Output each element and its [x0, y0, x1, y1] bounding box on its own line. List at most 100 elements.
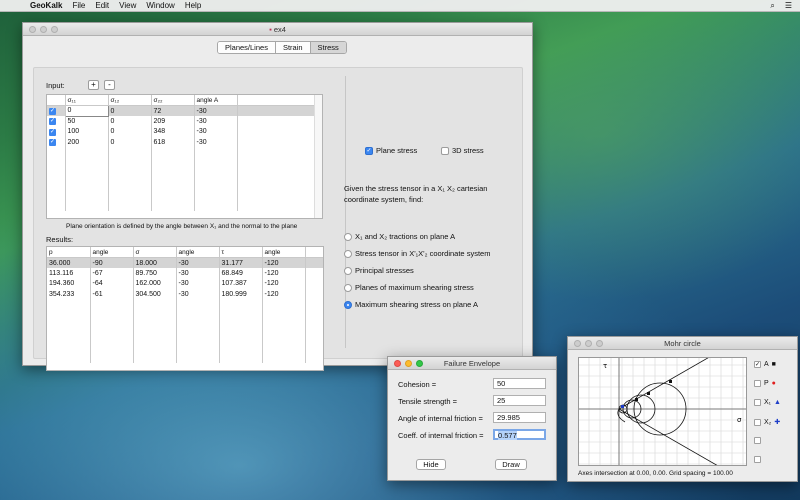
plane-stress-option[interactable]: ✓ Plane stress	[365, 146, 417, 155]
draw-button[interactable]: Draw	[495, 459, 527, 470]
menu-app-name[interactable]: GeoKalk	[30, 1, 62, 10]
add-row-button[interactable]: +	[88, 80, 99, 90]
cell-s12[interactable]: 0	[108, 137, 152, 148]
task-option-radio[interactable]	[344, 266, 352, 275]
cell-s12[interactable]: 0	[108, 126, 152, 137]
hide-button[interactable]: Hide	[416, 459, 446, 470]
minimize-button[interactable]	[405, 360, 412, 367]
cell-s22[interactable]: 348	[151, 126, 195, 137]
legend-checkbox[interactable]	[754, 380, 761, 387]
row-enable-checkbox[interactable]: ✓	[47, 126, 66, 137]
cell-s11[interactable]: 100	[65, 126, 109, 137]
3d-stress-option[interactable]: 3D stress	[441, 146, 484, 155]
cell-s12[interactable]: 0	[108, 105, 152, 116]
input-col-s11[interactable]: σ₁₁	[65, 95, 109, 106]
notification-center-icon[interactable]: ☰	[785, 1, 792, 11]
empty-row[interactable]	[47, 168, 315, 179]
menu-file[interactable]: File	[72, 1, 85, 10]
failure-field-input[interactable]: 25	[493, 395, 546, 406]
legend-checkbox[interactable]	[754, 418, 761, 426]
row-enable-checkbox[interactable]: ✓	[47, 137, 66, 148]
legend-checkbox[interactable]	[754, 437, 761, 444]
cell-s11[interactable]: 200	[65, 137, 109, 148]
cell-angle[interactable]: -30	[194, 137, 238, 148]
results-col-sigma[interactable]: σ	[133, 247, 177, 258]
empty-row[interactable]	[47, 310, 323, 321]
legend-checkbox[interactable]: ✓	[754, 361, 761, 368]
close-button[interactable]	[574, 340, 581, 347]
input-table-row[interactable]: ✓ 0 0 72 -30	[47, 105, 315, 117]
tab-stress[interactable]: Stress	[310, 42, 346, 53]
cell-s12[interactable]: 0	[108, 116, 152, 127]
3d-stress-checkbox[interactable]	[441, 146, 449, 155]
results-table-row[interactable]: 354.233 -61 304.500 -30 180.999 -120	[47, 289, 323, 300]
task-option[interactable]: Planes of maximum shearing stress	[344, 283, 474, 292]
close-button[interactable]	[394, 360, 401, 367]
results-table-row[interactable]: 194.360 -64 162.000 -30 107.387 -120	[47, 278, 323, 289]
input-table-row[interactable]: ✓ 200 0 618 -30	[47, 137, 315, 148]
legend-item[interactable]: X₁ ▲	[754, 399, 781, 406]
input-table[interactable]: σ₁₁ σ₁₂ σ₂₂ angle A ✓ 0 0 72 -30 ✓ 50 0 209 -30 ✓ 1…	[46, 94, 323, 219]
input-table-scrollbar[interactable]	[314, 95, 322, 218]
failure-field-input[interactable]: 29.985	[493, 412, 546, 423]
task-option-radio[interactable]	[344, 232, 352, 241]
row-enable-checkbox[interactable]: ✓	[47, 105, 66, 116]
mohr-circle-titlebar[interactable]: Mohr circle	[568, 337, 797, 350]
input-table-row[interactable]: ✓ 50 0 209 -30	[47, 116, 315, 127]
results-col-angle-sigma[interactable]: angle	[176, 247, 220, 258]
empty-row[interactable]	[47, 341, 323, 352]
empty-row[interactable]	[47, 147, 315, 158]
cell-angle[interactable]: -30	[194, 126, 238, 137]
minimize-button[interactable]	[40, 26, 47, 33]
results-table[interactable]: p angle σ angle τ angle 36.000 -90 18.000-…	[46, 246, 324, 371]
cell-s11[interactable]: 50	[65, 116, 109, 127]
cell-s22[interactable]: 618	[151, 137, 195, 148]
legend-checkbox[interactable]	[754, 456, 761, 463]
empty-row[interactable]	[47, 189, 315, 200]
results-col-p[interactable]: p	[47, 247, 91, 258]
input-table-row[interactable]: ✓ 100 0 348 -30	[47, 126, 315, 137]
main-window-titlebar[interactable]: ▪ ex4	[23, 23, 532, 36]
empty-row[interactable]	[47, 158, 315, 169]
task-option-radio[interactable]	[344, 283, 352, 292]
input-col-s12[interactable]: σ₁₂	[108, 95, 152, 106]
tab-planes-lines[interactable]: Planes/Lines	[218, 42, 276, 53]
empty-row[interactable]	[47, 299, 323, 310]
row-enable-checkbox[interactable]: ✓	[47, 116, 66, 127]
input-col-angle[interactable]: angle A	[194, 95, 238, 106]
legend-checkbox[interactable]	[754, 399, 761, 406]
legend-item[interactable]: X₂ ✚	[754, 418, 780, 426]
task-option[interactable]: X₁ and X₂ tractions on plane A	[344, 232, 455, 241]
minimize-button[interactable]	[585, 340, 592, 347]
empty-row[interactable]	[47, 331, 323, 342]
legend-item[interactable]	[754, 437, 767, 444]
failure-field-input[interactable]: 0.577	[493, 429, 546, 440]
zoom-button[interactable]	[51, 26, 58, 33]
mohr-plot[interactable]: τ σ	[578, 335, 747, 483]
results-table-row[interactable]: 36.000 -90 18.000 -30 31.177 -120	[47, 257, 323, 268]
legend-item[interactable]: P ●	[754, 380, 776, 387]
failure-envelope-titlebar[interactable]: Failure Envelope	[388, 357, 556, 370]
zoom-button[interactable]	[596, 340, 603, 347]
menu-view[interactable]: View	[119, 1, 136, 10]
cell-s22[interactable]: 209	[151, 116, 195, 127]
cell-s22[interactable]: 72	[151, 105, 195, 116]
task-option[interactable]: Maximum shearing stress on plane A	[344, 300, 478, 309]
legend-item[interactable]	[754, 456, 767, 463]
plane-stress-checkbox[interactable]: ✓	[365, 146, 373, 155]
menu-window[interactable]: Window	[146, 1, 174, 10]
empty-row[interactable]	[47, 352, 323, 363]
menu-help[interactable]: Help	[185, 1, 201, 10]
results-col-tau[interactable]: τ	[219, 247, 263, 258]
cell-angle[interactable]: -30	[194, 105, 238, 116]
failure-field-input[interactable]: 50	[493, 378, 546, 389]
zoom-button[interactable]	[416, 360, 423, 367]
legend-item[interactable]: ✓ A ■	[754, 361, 776, 368]
spotlight-search-icon[interactable]: ⌕	[770, 1, 774, 11]
task-option-radio[interactable]	[344, 300, 352, 309]
results-col-angle-tau[interactable]: angle	[262, 247, 306, 258]
menu-edit[interactable]: Edit	[95, 1, 109, 10]
results-table-row[interactable]: 113.116 -67 89.750 -30 68.849 -120	[47, 268, 323, 279]
empty-row[interactable]	[47, 200, 315, 211]
cell-angle[interactable]: -30	[194, 116, 238, 127]
